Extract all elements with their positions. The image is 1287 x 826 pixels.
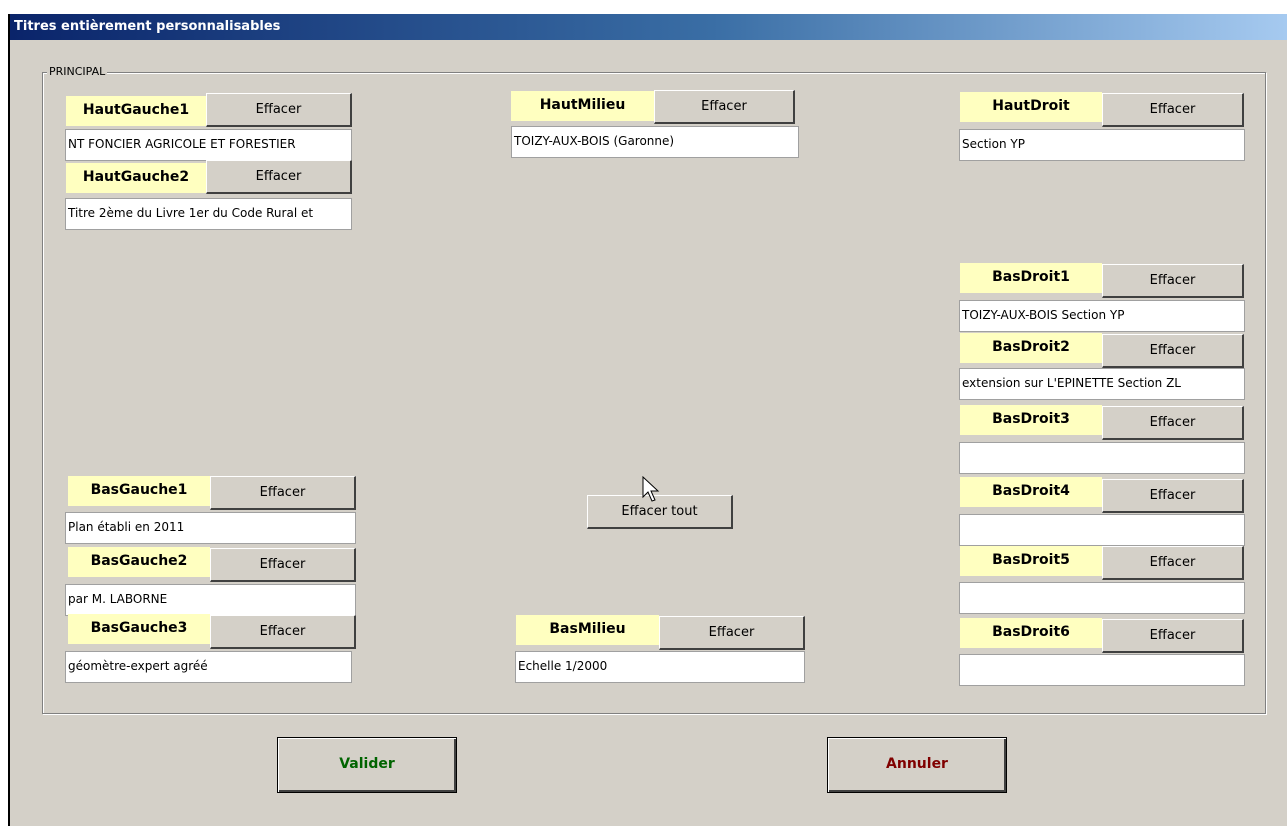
label-bas-droit-4: BasDroit4 (960, 477, 1102, 507)
clear-button-bas-droit-3[interactable]: Effacer (1102, 406, 1244, 440)
mouse-cursor-icon (642, 476, 660, 504)
label-bas-droit-2: BasDroit2 (960, 333, 1102, 363)
input-haut-milieu[interactable]: TOIZY-AUX-BOIS (Garonne) (511, 126, 799, 158)
window-title: Titres entièrement personnalisables (14, 19, 281, 34)
clear-button-bas-droit-1[interactable]: Effacer (1102, 264, 1244, 298)
input-bas-droit-5[interactable] (959, 582, 1245, 614)
label-haut-milieu: HautMilieu (511, 91, 654, 121)
label-haut-droit: HautDroit (960, 92, 1102, 122)
cancel-label: Annuler (886, 756, 948, 772)
clear-button-bas-droit-5[interactable]: Effacer (1102, 546, 1244, 580)
clear-button-haut-gauche-2[interactable]: Effacer (206, 160, 352, 194)
input-bas-droit-6[interactable] (959, 654, 1245, 686)
input-bas-milieu[interactable]: Echelle 1/2000 (515, 651, 805, 683)
label-bas-gauche-3: BasGauche3 (68, 614, 210, 644)
label-bas-milieu: BasMilieu (516, 615, 659, 645)
input-bas-gauche-2[interactable]: par M. LABORNE (65, 584, 356, 616)
input-bas-gauche-3[interactable]: géomètre-expert agréé (65, 651, 352, 683)
label-bas-gauche-2: BasGauche2 (68, 547, 210, 577)
input-bas-droit-3[interactable] (959, 442, 1245, 474)
clear-button-bas-milieu[interactable]: Effacer (659, 616, 805, 650)
label-bas-droit-6: BasDroit6 (960, 618, 1102, 648)
input-bas-droit-4[interactable] (959, 514, 1245, 546)
clear-button-bas-gauche-2[interactable]: Effacer (210, 548, 356, 582)
validate-label: Valider (339, 756, 395, 772)
label-haut-gauche-2: HautGauche2 (66, 163, 206, 193)
cancel-button[interactable]: Annuler (827, 737, 1007, 793)
label-haut-gauche-1: HautGauche1 (66, 96, 206, 126)
clear-button-haut-milieu[interactable]: Effacer (654, 90, 795, 124)
validate-button[interactable]: Valider (277, 737, 457, 793)
label-bas-gauche-1: BasGauche1 (68, 476, 210, 506)
clear-button-bas-droit-6[interactable]: Effacer (1102, 619, 1244, 653)
label-bas-droit-5: BasDroit5 (960, 546, 1102, 576)
dialog-window: Titres entièrement personnalisables PRIN… (8, 14, 1287, 826)
input-haut-gauche-1[interactable]: NT FONCIER AGRICOLE ET FORESTIER (65, 129, 352, 161)
clear-button-haut-droit[interactable]: Effacer (1102, 93, 1244, 127)
clear-all-button[interactable]: Effacer tout (587, 495, 733, 529)
label-bas-droit-1: BasDroit1 (960, 263, 1102, 293)
input-bas-droit-2[interactable]: extension sur L'EPINETTE Section ZL (959, 368, 1245, 400)
group-label: PRINCIPAL (47, 65, 108, 78)
input-bas-droit-1[interactable]: TOIZY-AUX-BOIS Section YP (959, 300, 1245, 332)
clear-button-bas-gauche-1[interactable]: Effacer (210, 476, 356, 510)
title-bar: Titres entièrement personnalisables (10, 14, 1287, 40)
clear-button-bas-droit-2[interactable]: Effacer (1102, 334, 1244, 368)
clear-button-bas-droit-4[interactable]: Effacer (1102, 479, 1244, 513)
input-haut-droit[interactable]: Section YP (959, 129, 1245, 161)
label-bas-droit-3: BasDroit3 (960, 405, 1102, 435)
input-haut-gauche-2[interactable]: Titre 2ème du Livre 1er du Code Rural et (65, 198, 352, 230)
clear-button-haut-gauche-1[interactable]: Effacer (206, 93, 352, 127)
clear-button-bas-gauche-3[interactable]: Effacer (210, 615, 356, 649)
input-bas-gauche-1[interactable]: Plan établi en 2011 (65, 512, 356, 544)
